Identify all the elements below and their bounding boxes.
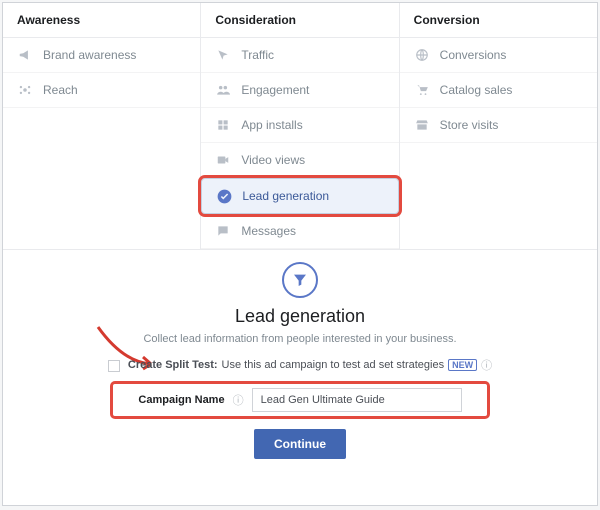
campaign-name-row: Campaign Name ⓘ (110, 381, 490, 419)
split-test-row: Create Split Test: Use this ad campaign … (23, 357, 577, 373)
item-catalog-sales[interactable]: Catalog sales (400, 73, 597, 108)
item-label: Messages (241, 224, 296, 238)
objective-panel: Awareness Brand awareness Reach Consider… (2, 2, 598, 506)
funnel-icon (282, 262, 318, 298)
item-lead-generation[interactable]: Lead generation (201, 178, 398, 214)
item-label: Brand awareness (43, 48, 136, 62)
info-icon[interactable]: ⓘ (233, 392, 244, 408)
item-messages[interactable]: Messages (201, 214, 398, 249)
cursor-icon (215, 47, 231, 63)
item-label: Traffic (241, 48, 274, 62)
item-label: Lead generation (242, 189, 329, 203)
item-app-installs[interactable]: App installs (201, 108, 398, 143)
continue-button[interactable]: Continue (254, 429, 346, 459)
message-icon (215, 223, 231, 239)
globe-icon (414, 47, 430, 63)
item-store-visits[interactable]: Store visits (400, 108, 597, 143)
new-badge: NEW (448, 359, 477, 371)
item-video-views[interactable]: Video views (201, 143, 398, 178)
item-conversions[interactable]: Conversions (400, 38, 597, 73)
campaign-name-label: Campaign Name (138, 394, 224, 406)
split-test-text: Use this ad campaign to test ad set stra… (222, 359, 445, 371)
item-label: Catalog sales (440, 83, 513, 97)
item-label: Conversions (440, 48, 507, 62)
cart-icon (414, 82, 430, 98)
col-conversion: Conversion Conversions Catalog sales Sto… (400, 3, 597, 249)
check-circle-icon (216, 188, 232, 204)
item-label: Video views (241, 153, 305, 167)
col-awareness: Awareness Brand awareness Reach (3, 3, 201, 249)
campaign-name-input[interactable] (252, 388, 462, 412)
item-label: Engagement (241, 83, 309, 97)
info-icon[interactable]: ⓘ (481, 357, 492, 373)
video-icon (215, 152, 231, 168)
col-header-conversion: Conversion (400, 3, 597, 38)
objective-columns: Awareness Brand awareness Reach Consider… (3, 3, 597, 250)
col-header-awareness: Awareness (3, 3, 200, 38)
split-test-checkbox[interactable] (108, 360, 120, 372)
item-label: Reach (43, 83, 78, 97)
split-test-label: Create Split Test: (128, 359, 218, 371)
people-icon (215, 82, 231, 98)
detail-section: Lead generation Collect lead information… (3, 250, 597, 505)
item-traffic[interactable]: Traffic (201, 38, 398, 73)
megaphone-icon (17, 47, 33, 63)
col-consideration: Consideration Traffic Engagement App ins… (201, 3, 399, 249)
app-icon (215, 117, 231, 133)
item-label: Store visits (440, 118, 499, 132)
item-reach[interactable]: Reach (3, 73, 200, 108)
store-icon (414, 117, 430, 133)
reach-icon (17, 82, 33, 98)
item-brand-awareness[interactable]: Brand awareness (3, 38, 200, 73)
item-engagement[interactable]: Engagement (201, 73, 398, 108)
col-header-consideration: Consideration (201, 3, 398, 38)
item-label: App installs (241, 118, 302, 132)
